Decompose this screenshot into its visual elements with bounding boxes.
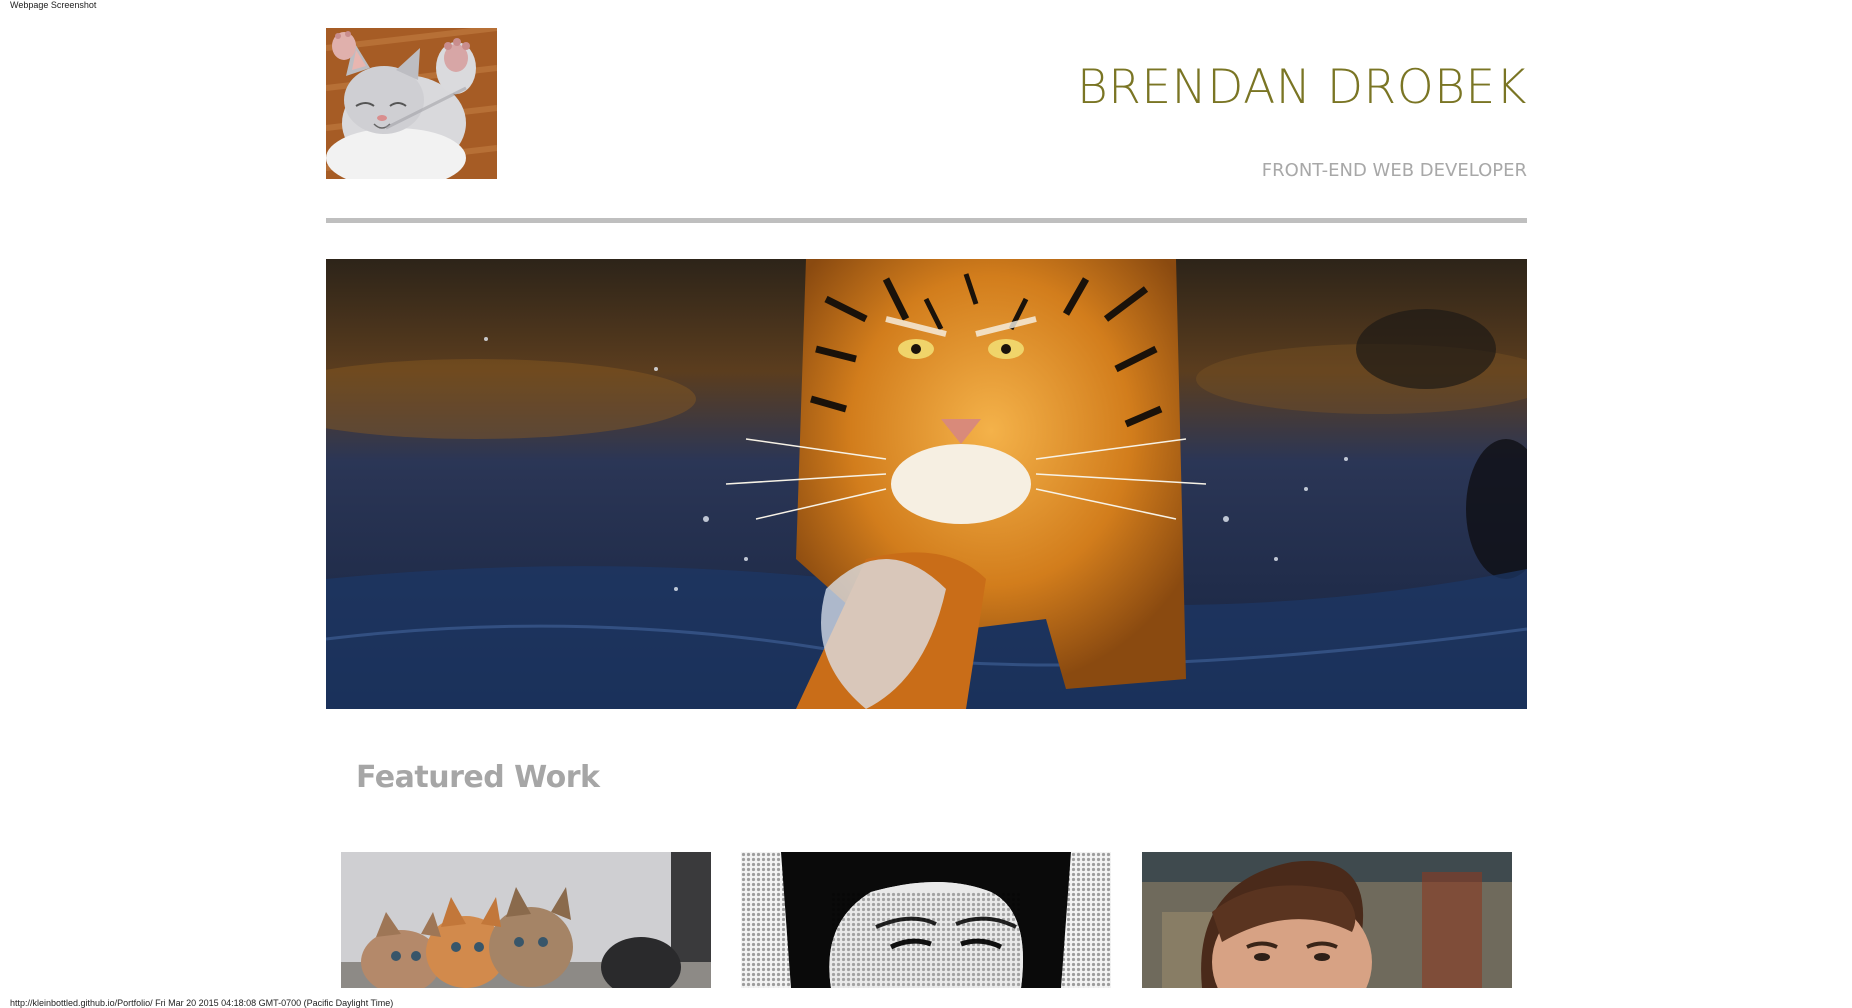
page: Webpage Screenshot BRENDAN DROBEK FRONT-… — [0, 0, 1852, 1008]
site-role-subtitle: FRONT-END WEB DEVELOPER — [1261, 160, 1527, 181]
tiger-hero-image — [326, 259, 1527, 709]
site-header-text: BRENDAN DROBEK FRONT-END WEB DEVELOPER — [1077, 60, 1527, 181]
screenshot-caption-top: Webpage Screenshot — [10, 0, 97, 10]
featured-work-heading: Featured Work — [356, 760, 600, 795]
kitten-logo-image[interactable] — [326, 28, 497, 179]
featured-item-kittens[interactable] — [341, 852, 711, 988]
content-container: BRENDAN DROBEK FRONT-END WEB DEVELOPER F… — [326, 0, 1527, 1008]
featured-work-grid — [341, 852, 1512, 988]
featured-item-man-portrait[interactable] — [1142, 852, 1512, 988]
header-divider — [326, 218, 1527, 223]
screenshot-caption-bottom: http://kleinbottled.github.io/Portfolio/… — [10, 998, 394, 1008]
featured-item-halftone-portrait[interactable] — [741, 852, 1111, 988]
site-owner-name[interactable]: BRENDAN DROBEK — [1077, 60, 1527, 116]
